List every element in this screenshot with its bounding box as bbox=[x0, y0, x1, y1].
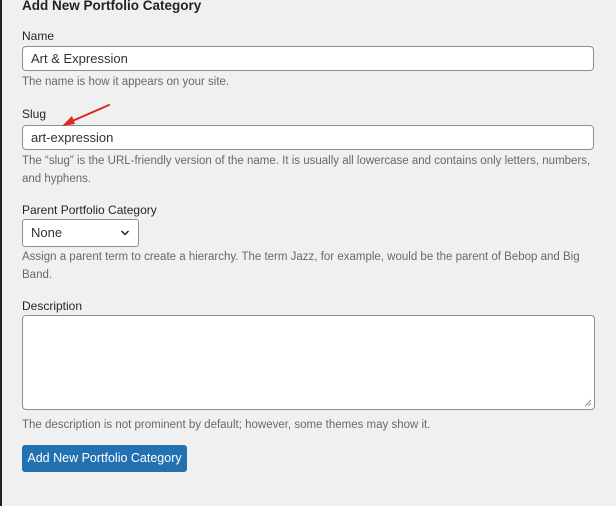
description-help-text: The description is not prominent by defa… bbox=[22, 419, 431, 431]
parent-category-label: Parent Portfolio Category bbox=[22, 203, 157, 217]
add-category-button[interactable]: Add New Portfolio Category bbox=[22, 445, 187, 472]
form-title: Add New Portfolio Category bbox=[22, 0, 202, 13]
annotation-arrow-icon bbox=[62, 104, 110, 126]
name-input[interactable]: Art & Expression bbox=[22, 46, 594, 71]
description-textarea[interactable] bbox=[22, 315, 595, 410]
slug-help-text: The “slug” is the URL-friendly version o… bbox=[22, 155, 591, 185]
left-edge-bar bbox=[0, 0, 2, 506]
resize-grip-icon[interactable] bbox=[584, 399, 592, 407]
chevron-down-icon bbox=[120, 230, 130, 236]
slug-label: Slug bbox=[22, 107, 47, 121]
parent-category-help-text: Assign a parent term to create a hierarc… bbox=[22, 251, 580, 281]
name-label: Name bbox=[22, 29, 55, 43]
description-label: Description bbox=[22, 299, 83, 313]
parent-category-select[interactable]: None bbox=[22, 219, 139, 247]
parent-category-selected: None bbox=[31, 225, 63, 240]
name-help-text: The name is how it appears on your site. bbox=[22, 76, 230, 88]
